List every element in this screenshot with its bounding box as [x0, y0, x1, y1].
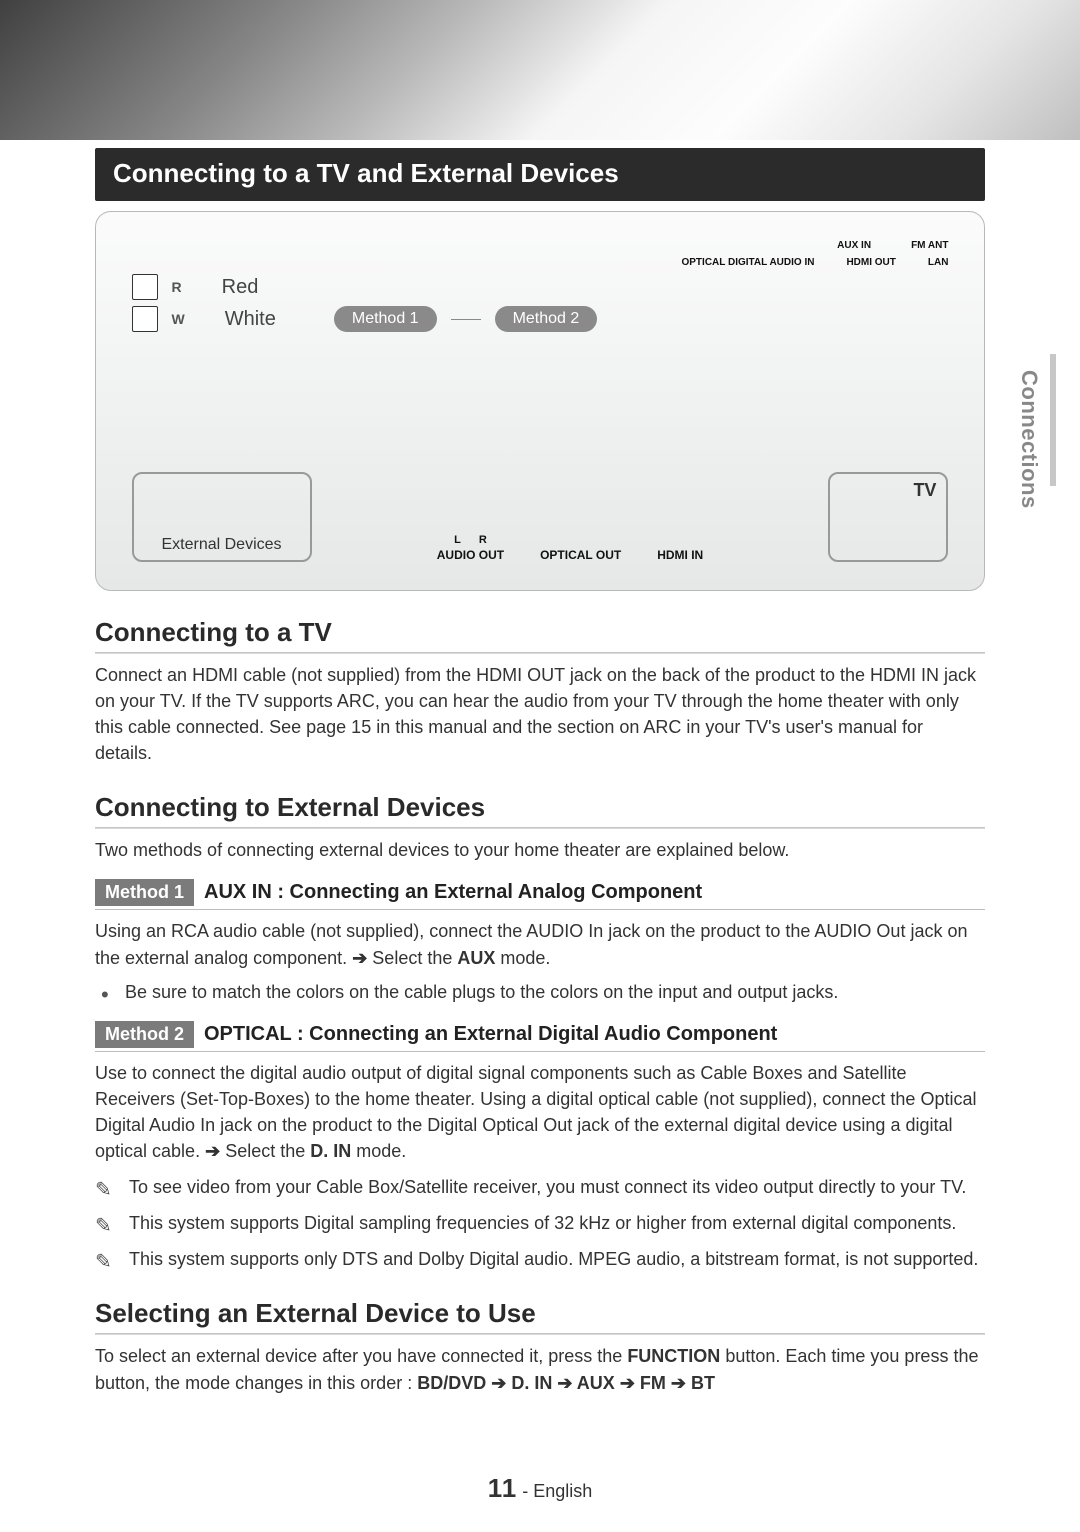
rule [95, 827, 985, 829]
arrow-icon: ➔ [671, 1373, 691, 1393]
method-2-badge: Method 2 [95, 1021, 194, 1048]
arrow-icon: ➔ [352, 948, 367, 968]
section-tab: Connections [1016, 370, 1042, 509]
seq-5: BT [691, 1373, 715, 1393]
method-2-note-3: ✎This system supports only DTS and Dolby… [95, 1246, 985, 1272]
arrow-icon: ➔ [620, 1373, 640, 1393]
label-lan: LAN [928, 257, 949, 268]
page-number: 11 [488, 1473, 518, 1503]
label-white: White [225, 308, 276, 331]
method-2-note-1: ✎To see video from your Cable Box/Satell… [95, 1174, 985, 1200]
method-2-title: OPTICAL : Connecting an External Digital… [204, 1023, 777, 1046]
method-2-note-3-text: This system supports only DTS and Dolby … [129, 1249, 978, 1269]
seq-2: D. IN [511, 1373, 552, 1393]
label-external-devices: External Devices [161, 536, 281, 554]
arrow-icon: ➔ [205, 1141, 220, 1161]
swatch-r-letter: R [172, 279, 182, 295]
method-2-mode-suffix: mode. [356, 1141, 406, 1161]
sel-function: FUNCTION [627, 1346, 720, 1366]
label-hdmi-in: HDMI IN [657, 548, 703, 562]
note-icon: ✎ [95, 1248, 112, 1277]
heading-connect-ext: Connecting to External Devices [95, 792, 985, 825]
body-selecting: To select an external device after you h… [95, 1343, 985, 1395]
method-1-select: Select the [372, 948, 457, 968]
label-aux-in: AUX IN [837, 240, 871, 251]
side-tab-bar [1050, 354, 1056, 486]
note-icon: ✎ [95, 1212, 112, 1241]
swatch-w-letter: W [172, 311, 185, 327]
method-2-note-2-text: This system supports Digital sampling fr… [129, 1213, 956, 1233]
arrow-icon: ➔ [557, 1373, 576, 1393]
label-fm-ant: FM ANT [911, 240, 948, 251]
label-hdmi-out: HDMI OUT [846, 257, 895, 268]
method-2-body: Use to connect the digital audio output … [95, 1060, 985, 1164]
page-footer: 11 - English [0, 1473, 1080, 1504]
heading-connect-tv: Connecting to a TV [95, 617, 985, 650]
seq-4: FM [640, 1373, 666, 1393]
method-2-note-2: ✎This system supports Digital sampling f… [95, 1210, 985, 1236]
method-1-body: Using an RCA audio cable (not supplied),… [95, 918, 985, 970]
label-optical-out: OPTICAL OUT [540, 548, 621, 562]
label-l: L [454, 534, 461, 546]
seq-3: AUX [577, 1373, 615, 1393]
method-1-bullet-1: Be sure to match the colors on the cable… [95, 979, 985, 1005]
method-1-mode: AUX [457, 948, 495, 968]
rule [95, 1333, 985, 1335]
page-title: Connecting to a TV and External Devices [95, 148, 985, 201]
swatch-r [132, 274, 158, 300]
connection-diagram: AUX IN FM ANT OPTICAL DIGITAL AUDIO IN H… [95, 211, 985, 591]
sel-body-a: To select an external device after you h… [95, 1346, 627, 1366]
label-audio-out: AUDIO OUT [437, 548, 504, 562]
method-1-mode-suffix: mode. [500, 948, 550, 968]
pill-method-2: Method 2 [495, 306, 598, 332]
label-optical-in: OPTICAL DIGITAL AUDIO IN [681, 257, 814, 268]
method-1-title: AUX IN : Connecting an External Analog C… [204, 881, 702, 904]
method-2-mode: D. IN [310, 1141, 351, 1161]
method-2-select: Select the [225, 1141, 310, 1161]
method-2-notes: ✎ To see video from your Cable Box/Satell… [95, 1174, 985, 1272]
arrow-icon: ➔ [491, 1373, 511, 1393]
method-2-note-1-text: To see video from your Cable Box/Satelli… [129, 1177, 966, 1197]
pill-method-1: Method 1 [334, 306, 437, 332]
method-1-badge: Method 1 [95, 879, 194, 906]
rule [95, 652, 985, 654]
label-r: R [479, 534, 487, 546]
method-1-bullets: Be sure to match the colors on the cable… [95, 979, 985, 1005]
label-red: Red [222, 276, 259, 299]
body-connect-ext-intro: Two methods of connecting external devic… [95, 837, 985, 863]
swatch-w [132, 306, 158, 332]
footer-sep: - [522, 1481, 533, 1501]
method-1-header: Method 1 AUX IN : Connecting an External… [95, 879, 985, 910]
method-2-header: Method 2 OPTICAL : Connecting an Externa… [95, 1021, 985, 1052]
seq-1: BD/DVD [417, 1373, 486, 1393]
footer-lang: English [533, 1481, 592, 1501]
note-icon: ✎ [95, 1176, 112, 1205]
label-tv: TV [913, 480, 936, 501]
heading-selecting: Selecting an External Device to Use [95, 1298, 985, 1331]
body-connect-tv: Connect an HDMI cable (not supplied) fro… [95, 662, 985, 766]
